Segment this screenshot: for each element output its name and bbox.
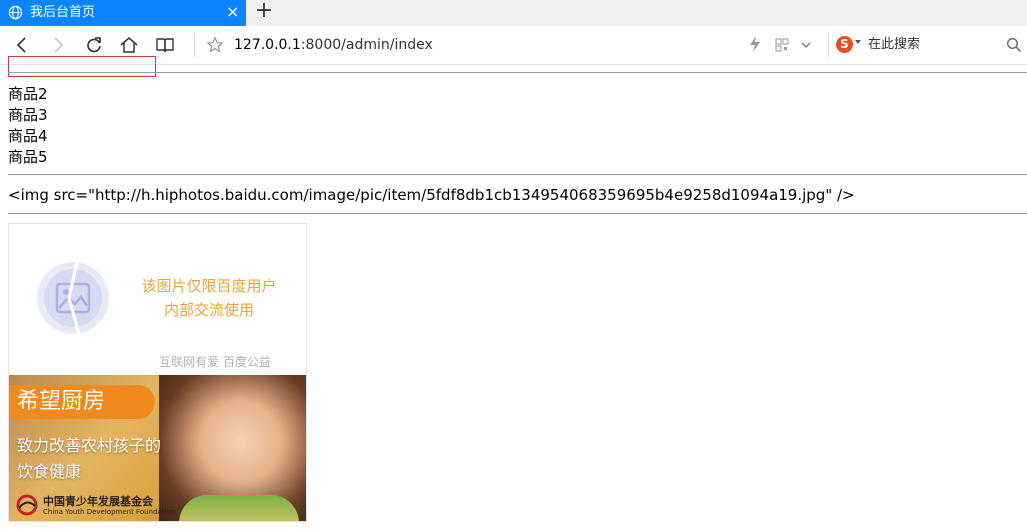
reading-view-button[interactable] bbox=[155, 35, 175, 55]
url-host: 127.0.0.1 bbox=[234, 37, 301, 53]
placeholder-message-line: 内部交流使用 bbox=[163, 301, 254, 319]
chevron-down-icon[interactable] bbox=[800, 39, 812, 51]
back-button[interactable] bbox=[12, 35, 32, 55]
reload-icon bbox=[87, 37, 101, 53]
back-arrow-icon bbox=[16, 37, 26, 53]
placeholder-footer: 互联网有爱 百度公益 bbox=[159, 355, 271, 369]
placeholder-notice: 该图片仅限百度用户 内部交流使用 互联网有爱 百度公益 bbox=[9, 224, 306, 375]
foundation-name-en: China Youth Development Foundation bbox=[43, 508, 176, 516]
bookmark-star-icon[interactable] bbox=[206, 36, 224, 54]
ad-slogan-line: 致力改善农村孩子的 bbox=[17, 436, 162, 455]
reload-button[interactable] bbox=[84, 35, 104, 55]
ad-slogan-line: 饮食健康 bbox=[17, 462, 82, 481]
list-item: 商品4 bbox=[8, 127, 48, 145]
charity-ad: 希望厨房 致力改善农村孩子的 饮食健康 中国青少年发展基金会 China You… bbox=[9, 375, 306, 521]
home-button[interactable] bbox=[119, 35, 139, 55]
img-tag-code: <img src="http://h.hiphotos.baidu.com/im… bbox=[8, 186, 855, 204]
home-icon bbox=[120, 37, 138, 53]
forward-arrow-icon bbox=[54, 37, 64, 53]
url-path: :8000/admin/index bbox=[300, 37, 433, 53]
search-engine-logo-icon[interactable]: S bbox=[836, 36, 853, 53]
new-tab-button[interactable]: + bbox=[254, 0, 274, 24]
globe-icon bbox=[8, 5, 23, 20]
search-engine-caret-icon[interactable] bbox=[855, 40, 861, 44]
food-bowl bbox=[179, 495, 299, 521]
search-input[interactable]: 在此搜索 bbox=[868, 36, 920, 54]
ad-banner-title: 希望厨房 bbox=[9, 385, 155, 419]
placeholder-message: 该图片仅限百度用户 内部交流使用 bbox=[129, 274, 289, 322]
horizontal-rule bbox=[8, 213, 1027, 214]
broken-image-icon bbox=[37, 261, 109, 335]
book-icon bbox=[156, 38, 174, 53]
placeholder-message-line: 该图片仅限百度用户 bbox=[141, 277, 277, 295]
highlight-box bbox=[8, 56, 156, 77]
toolbar-divider bbox=[194, 33, 195, 57]
foundation-name-cn: 中国青少年发展基金会 bbox=[43, 495, 153, 508]
toolbar-divider bbox=[828, 33, 829, 57]
forward-button[interactable] bbox=[48, 35, 68, 55]
product-list: 商品2 商品3 商品4 商品5 bbox=[8, 84, 48, 168]
qr-code-icon[interactable] bbox=[775, 37, 789, 53]
list-item: 商品3 bbox=[8, 106, 48, 124]
tab-title: 我后台首页 bbox=[30, 5, 96, 20]
horizontal-rule bbox=[8, 72, 1027, 73]
tab-strip: 我后台首页 × + bbox=[0, 0, 1027, 26]
address-bar[interactable]: 127.0.0.1:8000/admin/index bbox=[234, 36, 433, 54]
search-icon[interactable] bbox=[1006, 37, 1022, 53]
lightning-icon[interactable] bbox=[748, 35, 762, 53]
horizontal-rule bbox=[8, 174, 1027, 175]
close-tab-icon[interactable]: × bbox=[226, 3, 239, 21]
foundation-logo-icon bbox=[16, 494, 38, 516]
placeholder-image: 该图片仅限百度用户 内部交流使用 互联网有爱 百度公益 希望厨房 致力改善农村孩… bbox=[8, 223, 307, 522]
ad-slogan: 致力改善农村孩子的 饮食健康 bbox=[17, 433, 161, 485]
list-item: 商品5 bbox=[8, 148, 48, 166]
list-item: 商品2 bbox=[8, 85, 48, 103]
active-tab[interactable]: 我后台首页 × bbox=[0, 0, 246, 26]
